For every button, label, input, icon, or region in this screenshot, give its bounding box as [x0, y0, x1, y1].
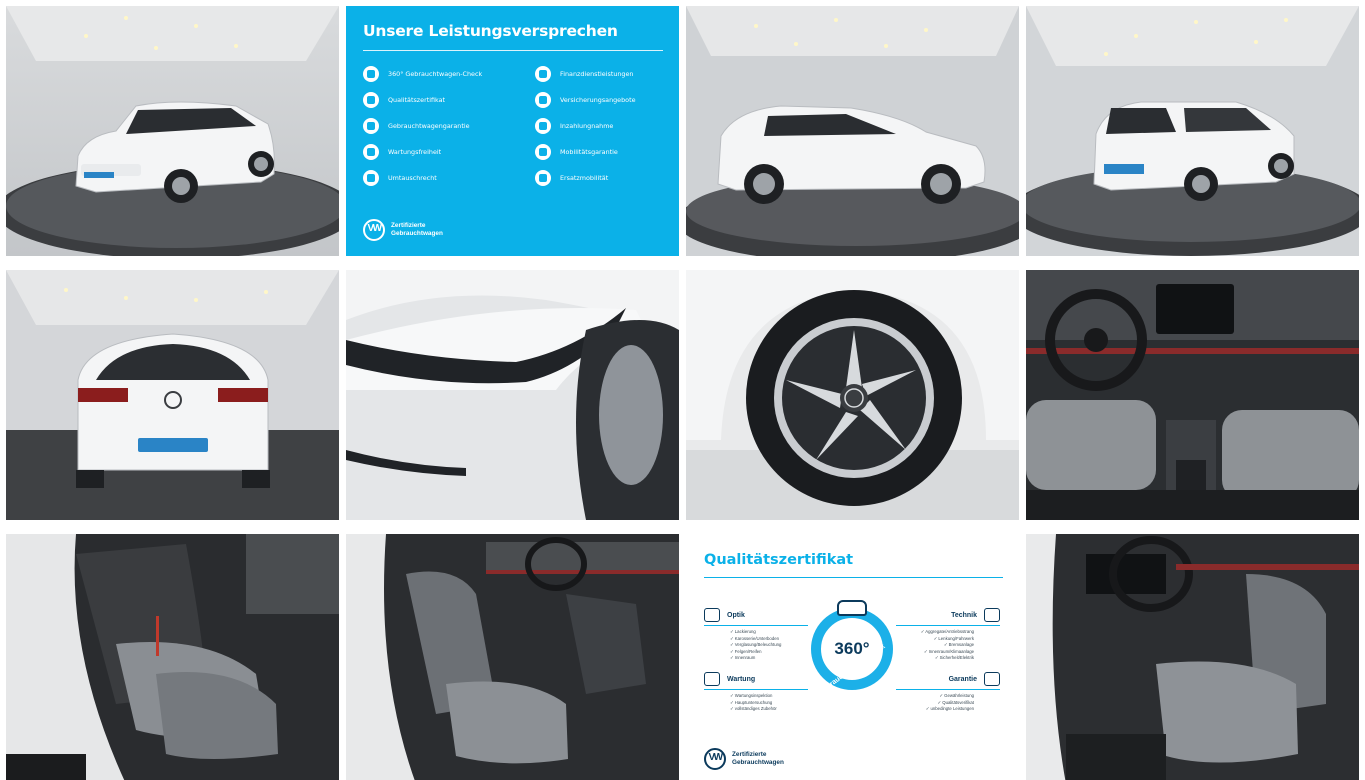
footer-line-2: Gebrauchtwagen: [732, 759, 784, 766]
shield-check-icon: [984, 672, 1000, 686]
certificate-footer-text: Zertifizierte Gebrauchtwagen: [732, 751, 784, 767]
section-garantie: Garantie ✓ Gewährleistung ✓ Qualitätsver…: [896, 672, 1000, 713]
photo-rear-three-quarter[interactable]: [1026, 6, 1359, 256]
section-title: Optik: [727, 611, 745, 619]
promo-leistungsversprechen[interactable]: Unsere Leistungsversprechen 360° Gebrauc…: [346, 6, 679, 256]
promo-item: Ersatzmobilität: [535, 169, 679, 186]
front-seats-driver-image: [1026, 534, 1359, 780]
promo-footer: Zertifizierte Gebrauchtwagen: [363, 219, 443, 241]
headlight-detail-image: [346, 270, 679, 520]
section-divider: [704, 625, 808, 626]
wheel-detail-image: [686, 270, 1019, 520]
replacement-car-icon: [535, 169, 551, 186]
footer-line-2: Gebrauchtwagen: [391, 230, 443, 237]
car-rear-view-image: [6, 270, 339, 520]
promo-item: Umtauschrecht: [363, 169, 535, 186]
car-side-profile-image: [686, 6, 1019, 256]
section-list: ✓ Aggregate/Antriebsstrang ✓ Lenkung/Fah…: [896, 629, 974, 662]
list-item: ✓ unbedingte Leistungen: [925, 706, 974, 711]
section-optik: Optik ✓ Lackierung ✓ Karosserie/Unterbod…: [704, 608, 808, 662]
vw-logo-icon: [363, 219, 385, 241]
promo-item: Mobilitätsgarantie: [535, 143, 679, 160]
certificate-title: Qualitätszertifikat: [704, 552, 854, 568]
footer-line-1: Zertifizierte: [391, 222, 426, 229]
certificate-icon: [363, 91, 379, 108]
photo-headlight-detail[interactable]: [346, 270, 679, 520]
section-title: Technik: [951, 611, 977, 619]
section-divider: [896, 689, 1000, 690]
photo-gallery: Unsere Leistungsversprechen 360° Gebrauc…: [0, 0, 1365, 780]
promo-item: Gebrauchtwagengarantie: [363, 117, 535, 134]
promo-item-label: Finanzdienstleistungen: [560, 69, 634, 78]
list-item: ✓ vollständiges Zubehör: [730, 706, 777, 711]
photo-front-seats-driver[interactable]: [1026, 534, 1359, 780]
insurance-icon: [535, 91, 551, 108]
section-list: ✓ Lackierung ✓ Karosserie/Unterboden ✓ V…: [730, 629, 808, 662]
front-seats-passenger-image: [346, 534, 679, 780]
section-title: Wartung: [727, 675, 756, 683]
rear-seats-image: [6, 534, 339, 780]
promo-footer-text: Zertifizierte Gebrauchtwagen: [391, 222, 443, 238]
wrench-icon: [704, 672, 720, 686]
list-item: ✓ Innenraum: [730, 655, 756, 660]
car-rear-three-quarter-image: [1026, 6, 1359, 256]
promo-item-label: Qualitätszertifikat: [388, 95, 446, 104]
promo-divider: [363, 50, 663, 51]
section-list: ✓ Gewährleistung ✓ Qualitätsverifikat ✓ …: [896, 693, 974, 713]
finance-icon: [535, 65, 551, 82]
promo-item: Inzahlungnahme: [535, 117, 679, 134]
section-title: Garantie: [948, 675, 977, 683]
car-front-three-quarter-image: [6, 6, 339, 256]
promo-item: Versicherungsangebote: [535, 91, 679, 108]
section-list: ✓ Wartungsinspektion ✓ Hauptuntersuchung…: [730, 693, 808, 713]
promo-item-label: Ersatzmobilität: [560, 173, 609, 182]
promo-item-label: Versicherungsangebote: [560, 95, 636, 104]
promo-item: Qualitätszertifikat: [363, 91, 535, 108]
promo-title: Unsere Leistungsversprechen: [363, 22, 618, 40]
section-divider: [896, 625, 1000, 626]
car-body-icon: [704, 608, 720, 622]
check-badge-icon: [363, 65, 379, 82]
vw-logo-icon: [704, 748, 726, 770]
photo-cockpit[interactable]: [1026, 270, 1359, 520]
certificate-footer: Zertifizierte Gebrauchtwagen: [704, 748, 784, 770]
promo-item: 360° Gebrauchtwagen-Check: [363, 65, 535, 82]
car-search-icon: [837, 600, 867, 616]
checklist-icon: [984, 608, 1000, 622]
mobility-icon: [535, 143, 551, 160]
wrench-icon: [363, 143, 379, 160]
photo-front-seats-passenger[interactable]: [346, 534, 679, 780]
trade-in-icon: [535, 117, 551, 134]
promo-item-label: Umtauschrecht: [388, 173, 437, 182]
cockpit-image: [1026, 270, 1359, 520]
photo-rear-seats[interactable]: [6, 534, 339, 780]
promo-item-label: 360° Gebrauchtwagen-Check: [388, 69, 483, 78]
promo-item-label: Inzahlungnahme: [560, 121, 614, 130]
promo-item: Finanzdienstleistungen: [535, 65, 679, 82]
promo-item-label: Gebrauchtwagengarantie: [388, 121, 470, 130]
exchange-icon: [363, 169, 379, 186]
promo-item: Wartungsfreiheit: [363, 143, 535, 160]
section-divider: [704, 689, 808, 690]
photo-wheel-detail[interactable]: [686, 270, 1019, 520]
section-wartung: Wartung ✓ Wartungsinspektion ✓ Hauptunte…: [704, 672, 808, 713]
shield-icon: [363, 117, 379, 134]
photo-side-profile[interactable]: [686, 6, 1019, 256]
footer-line-1: Zertifizierte: [732, 751, 767, 758]
photo-front-three-quarter[interactable]: [6, 6, 339, 256]
list-item: ✓ Sicherheit/Elektrik: [934, 655, 974, 660]
photo-rear-view[interactable]: [6, 270, 339, 520]
certificate-qualitaetszertifikat[interactable]: Qualitätszertifikat 360° Gebrauchtwagen-…: [686, 534, 1019, 780]
promo-item-label: Wartungsfreiheit: [388, 147, 442, 156]
certificate-divider: [704, 577, 1003, 578]
section-technik: Technik ✓ Aggregate/Antriebsstrang ✓ Len…: [896, 608, 1000, 662]
promo-item-label: Mobilitätsgarantie: [560, 147, 618, 156]
promo-benefits-list: 360° Gebrauchtwagen-Check Finanzdienstle…: [363, 65, 663, 186]
